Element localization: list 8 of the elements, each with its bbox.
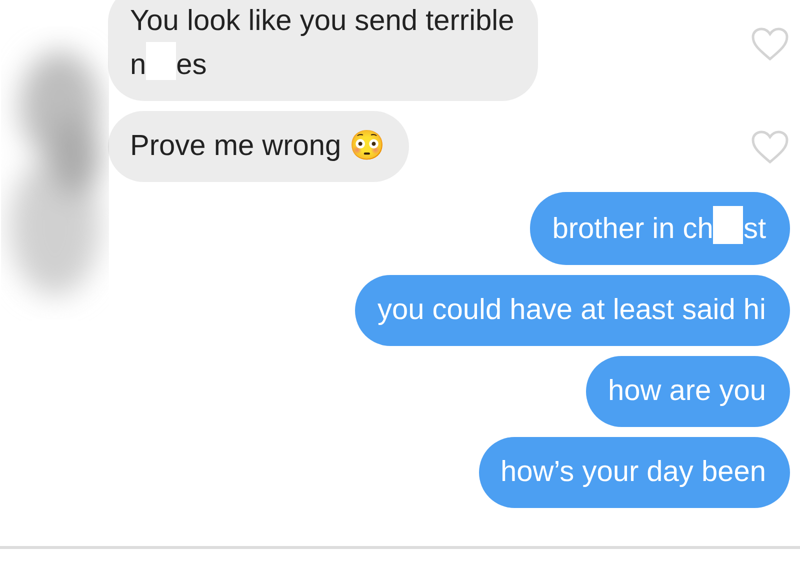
heart-icon[interactable] [750,128,790,164]
heart-icon[interactable] [750,26,790,62]
message-bubble: Prove me wrong 😳 [108,111,410,182]
message-bubble: You look like you send terrible n es [108,0,538,101]
message-bubble: you could have at least said hi [355,275,790,346]
message-bubble: how are you [586,356,790,427]
message-bubble: brother in ch st [530,192,790,265]
message-bubble: how’s your day been [478,437,790,508]
